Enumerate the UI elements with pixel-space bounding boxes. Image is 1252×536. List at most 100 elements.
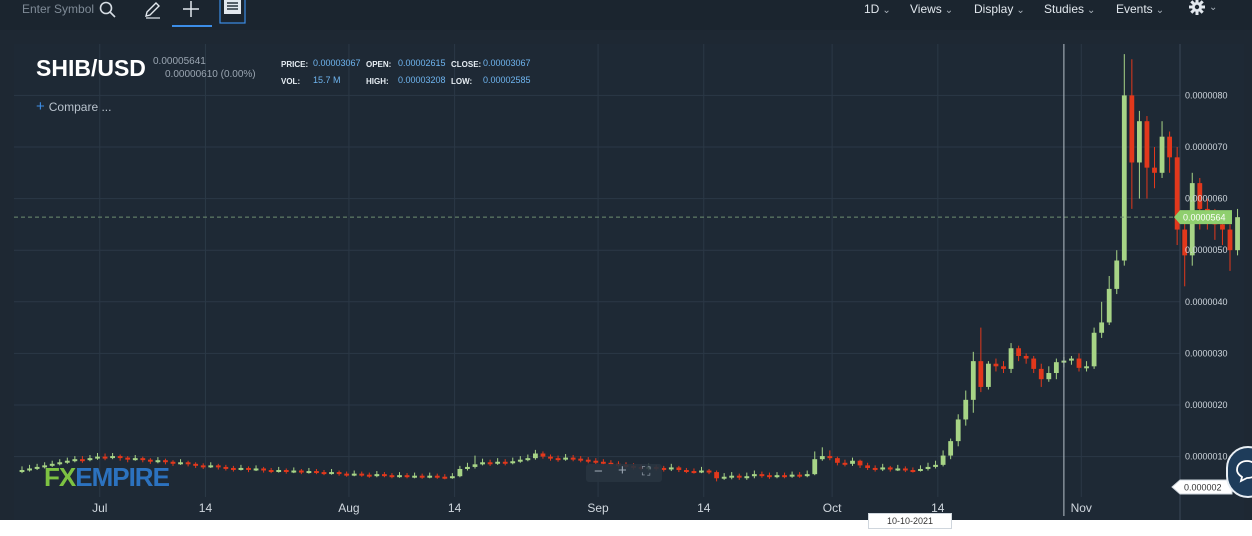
candle-body[interactable] [1084,366,1089,369]
candle-body[interactable] [427,475,433,478]
candle-body[interactable] [495,461,501,464]
candle-body[interactable] [465,466,470,469]
candle-body[interactable] [200,465,206,468]
candle-body[interactable] [706,470,712,473]
candle-body[interactable] [374,474,380,477]
candle-body[interactable] [804,474,810,477]
candle-body[interactable] [87,458,93,461]
candle-body[interactable] [351,473,357,476]
candle-body[interactable] [434,475,440,478]
candle-body[interactable] [1220,224,1225,230]
candle-body[interactable] [306,471,312,474]
candle-body[interactable] [1129,95,1135,163]
candle-body[interactable] [110,456,115,459]
candle-body[interactable] [918,468,923,471]
candle-body[interactable] [1235,217,1240,251]
candle-body[interactable] [578,458,584,461]
candle-body[interactable] [132,458,138,461]
candle-body[interactable] [72,459,78,462]
candle-body[interactable] [457,468,463,477]
candle-body[interactable] [555,458,561,461]
fullscreen-button[interactable]: ⛶ [642,464,650,479]
candle-body[interactable] [1016,348,1021,356]
candle-body[interactable] [767,475,772,478]
candle-body[interactable] [412,475,417,478]
candle-body[interactable] [729,475,735,478]
candle-body[interactable] [970,361,976,400]
candle-body[interactable] [397,475,402,478]
candle-body[interactable] [34,466,40,469]
compare-button[interactable]: + Compare ... [36,98,111,115]
candle-body[interactable] [170,461,176,464]
candle-body[interactable] [27,468,32,471]
candle-body[interactable] [298,470,304,473]
candle-body[interactable] [865,465,870,468]
candle-body[interactable] [1001,366,1006,369]
candle-body[interactable] [178,462,183,465]
candle-body[interactable] [1008,348,1014,369]
candle-body[interactable] [1099,322,1105,333]
candle-body[interactable] [276,470,282,473]
candle-body[interactable] [472,464,478,467]
candle-body[interactable] [140,458,146,461]
candle-body[interactable] [925,466,931,469]
candle-body[interactable] [366,474,372,477]
candle-body[interactable] [842,462,848,465]
candle-body[interactable] [283,470,289,473]
candle-body[interactable] [1038,368,1044,380]
candle-body[interactable] [548,456,553,459]
candle-body[interactable] [585,459,591,462]
candle-body[interactable] [827,456,833,459]
candle-body[interactable] [321,472,327,475]
candle-body[interactable] [1023,355,1029,359]
candle-body[interactable] [955,419,961,442]
candle-body[interactable] [419,475,425,478]
candle-body[interactable] [774,475,780,478]
candle-body[interactable] [359,473,365,476]
candle-body[interactable] [1152,167,1157,173]
candle-body[interactable] [193,463,199,466]
candle-body[interactable] [344,473,350,476]
candle-body[interactable] [676,467,682,471]
candle-body[interactable] [487,462,493,465]
candle-body[interactable] [329,472,334,475]
candle-body[interactable] [215,465,221,468]
candle-body[interactable] [782,475,787,478]
candle-body[interactable] [751,474,757,477]
candle-body[interactable] [797,474,803,477]
candle-body[interactable] [1106,288,1112,323]
zoom-out-button[interactable]: − [594,463,603,480]
candle-body[interactable] [963,399,969,420]
candle-body[interactable] [789,474,795,477]
candle-body[interactable] [253,468,259,471]
candle-body[interactable] [208,465,214,468]
candle-body[interactable] [1091,332,1097,367]
candle-body[interactable] [1053,362,1059,374]
candle-body[interactable] [238,467,244,470]
candle-body[interactable] [102,456,108,459]
candle-body[interactable] [517,459,523,462]
candle-body[interactable] [835,458,840,463]
candle-body[interactable] [850,460,855,464]
candle-body[interactable] [902,468,908,471]
candle-body[interactable] [993,363,999,367]
candle-body[interactable] [721,476,727,479]
candle-body[interactable] [887,467,893,470]
candle-body[interactable] [502,461,508,464]
candle-body[interactable] [1227,229,1233,251]
candle-body[interactable] [1137,121,1142,163]
candle-body[interactable] [525,458,531,461]
candle-body[interactable] [261,468,266,471]
candle-body[interactable] [480,462,485,465]
candle-body[interactable] [246,467,251,470]
candle-body[interactable] [933,464,938,467]
candle-body[interactable] [948,441,954,456]
candle-body[interactable] [185,462,191,465]
candle-body[interactable] [382,474,387,477]
candle-body[interactable] [80,459,85,462]
candle-body[interactable] [291,470,297,473]
candle-body[interactable] [223,466,229,469]
candle-body[interactable] [117,456,123,459]
candle-body[interactable] [699,470,704,473]
candle-body[interactable] [1159,136,1165,173]
